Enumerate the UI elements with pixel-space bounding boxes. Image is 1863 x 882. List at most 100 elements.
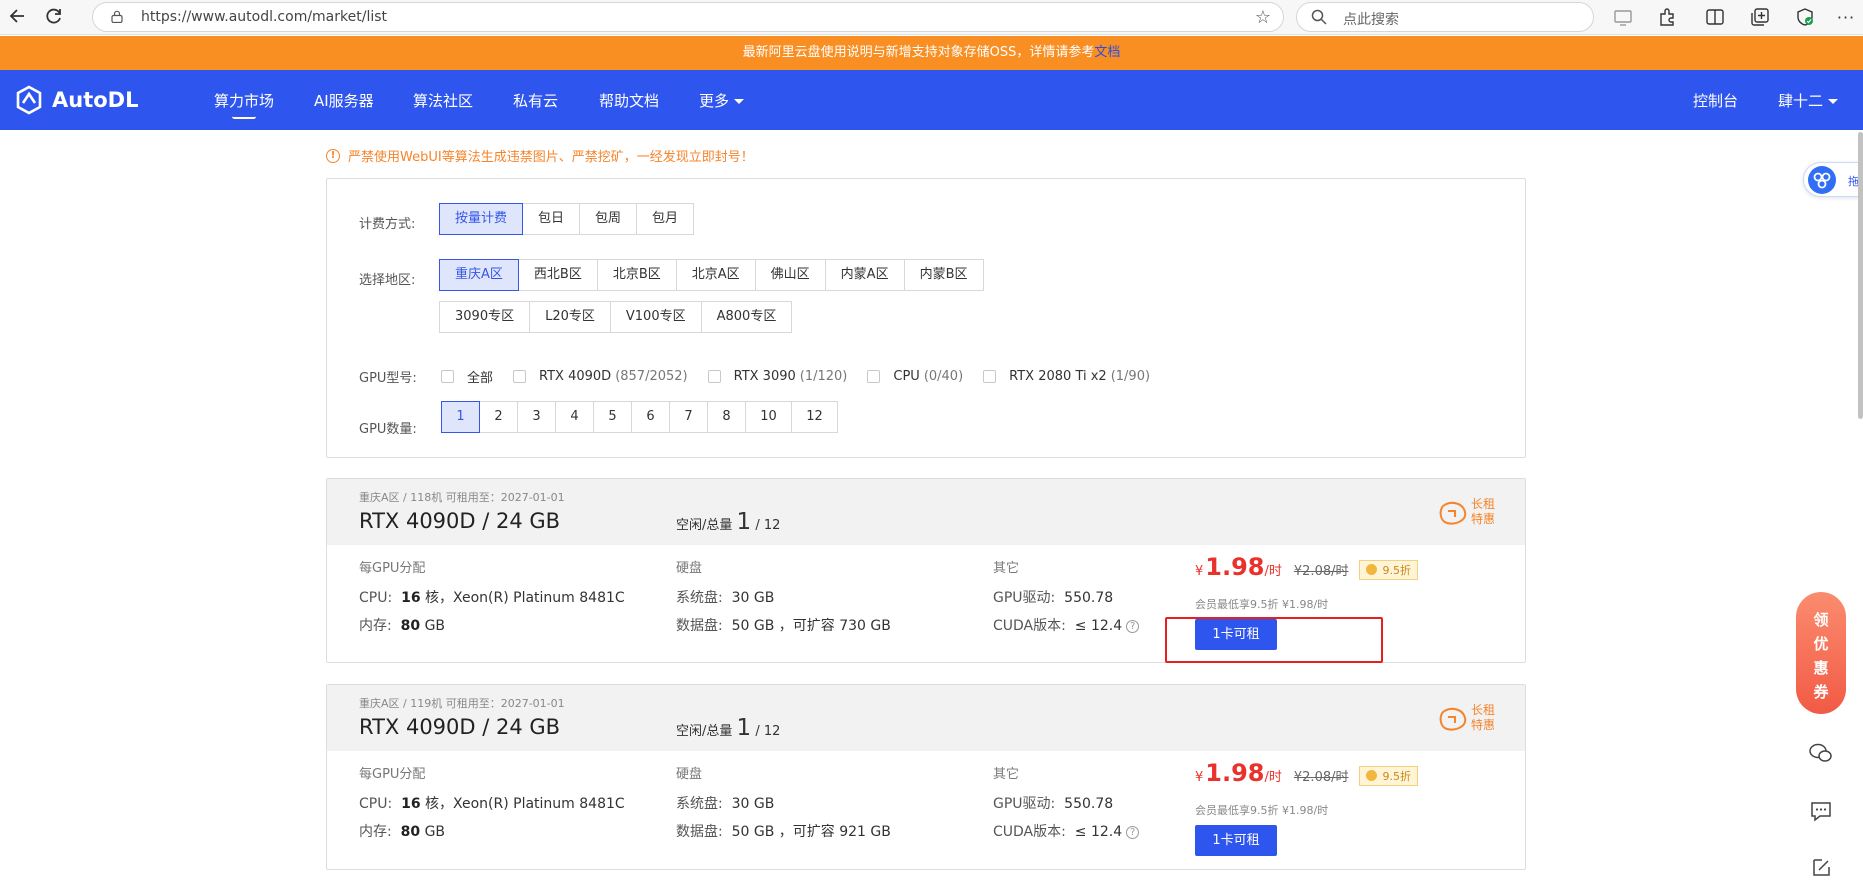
gpu-count-6[interactable]: 6 <box>631 401 670 433</box>
gpu-count-5[interactable]: 5 <box>593 401 632 433</box>
gpu-model-options: 全部 RTX 4090D (857/2052) RTX 3090 (1/120) C… <box>441 367 1170 386</box>
autodl-logo[interactable]: AutoDL <box>14 84 138 116</box>
checkbox[interactable] <box>707 370 721 383</box>
browser-essentials-icon[interactable] <box>1794 6 1816 28</box>
gpu-count-10[interactable]: 10 <box>745 401 792 433</box>
extensions-icon[interactable] <box>1656 6 1678 28</box>
system-disk-spec: 系统盘: 30 GB <box>676 796 775 812</box>
region-chongqing-a[interactable]: 重庆A区 <box>439 259 519 291</box>
address-bar[interactable]: https://www.autodl.com/market/list ☆ <box>92 2 1284 32</box>
nav-more-label: 更多 <box>699 92 730 110</box>
discount-badge: 9.5折 <box>1358 765 1418 786</box>
price-value: 1.98 <box>1205 553 1265 581</box>
cuda-version-spec: CUDA版本: ≤ 12.4? <box>993 615 1140 635</box>
nav-more[interactable]: 更多 <box>699 90 745 111</box>
gpu-count-12[interactable]: 12 <box>791 401 838 433</box>
gpu-count-8[interactable]: 8 <box>707 401 746 433</box>
region-v100-zone[interactable]: V100专区 <box>609 301 702 333</box>
billing-option-monthly[interactable]: 包月 <box>636 203 695 235</box>
nav-compute-market[interactable]: 算力市场 <box>214 90 274 119</box>
gpu-count-label: GPU数量: <box>359 422 417 437</box>
chevron-down-icon <box>734 99 745 104</box>
nav-private-cloud[interactable]: 私有云 <box>513 90 558 111</box>
notice-banner: 最新阿里云盘使用说明与新增支持对象存储OSS，详情请参考文档 <box>0 36 1863 70</box>
checkbox[interactable] <box>441 370 454 383</box>
region-beijing-a[interactable]: 北京A区 <box>675 259 756 291</box>
help-question-icon[interactable]: ? <box>1126 825 1140 839</box>
page-scrollbar[interactable] <box>1858 132 1863 419</box>
billing-label: 计费方式: <box>359 217 416 232</box>
card-body: 每GPU分配 硬盘 其它 CPU: 16 核，Xeon(R) Platinum … <box>327 751 1525 869</box>
gpu-spec: RTX 4090D / 24 GB <box>359 715 561 739</box>
nav-console[interactable]: 控制台 <box>1693 90 1738 111</box>
autodl-logo-icon <box>16 85 42 115</box>
member-price-note: 会员最低享9.5折 ¥1.98/时 <box>1195 804 1329 817</box>
gpu-count-3[interactable]: 3 <box>517 401 556 433</box>
region-3090-zone[interactable]: 3090专区 <box>439 301 531 333</box>
user-name: 肆十二 <box>1778 92 1824 110</box>
machine-meta: 重庆A区 / 118机 可租用至：2027-01-01 <box>359 491 565 504</box>
region-neimeng-a[interactable]: 内蒙A区 <box>824 259 905 291</box>
billing-option-daily[interactable]: 包日 <box>522 203 581 235</box>
logo-text: AutoDL <box>52 88 139 112</box>
gpu-option-all[interactable]: 全部 <box>441 367 493 386</box>
split-screen-icon[interactable] <box>1704 6 1726 28</box>
browser-search[interactable]: 点此搜索 <box>1296 2 1594 32</box>
checkbox[interactable] <box>513 370 527 383</box>
system-disk-spec: 系统盘: 30 GB <box>676 590 775 606</box>
gpu-count-2[interactable]: 2 <box>479 401 518 433</box>
alloc-heading: 每GPU分配 <box>359 561 426 576</box>
card-header: 重庆A区 / 118机 可租用至：2027-01-01 RTX 4090D / … <box>327 479 1525 545</box>
favorite-star-icon[interactable]: ☆ <box>1255 7 1271 28</box>
gift-icon <box>1439 501 1467 525</box>
region-options-special: 3090专区 L20专区 V100专区 A800专区 <box>439 301 793 333</box>
back-icon[interactable] <box>6 6 30 30</box>
gpu-option-rtx3090[interactable]: RTX 3090 (1/120) <box>707 369 847 384</box>
region-beijing-b[interactable]: 北京B区 <box>596 259 677 291</box>
memory-spec: 内存: 80 GB <box>359 618 446 634</box>
region-neimeng-b[interactable]: 内蒙B区 <box>903 259 984 291</box>
browser-toolbar: https://www.autodl.com/market/list ☆ 点此搜… <box>0 0 1863 35</box>
gpu-count-4[interactable]: 4 <box>555 401 594 433</box>
checkbox[interactable] <box>867 370 881 383</box>
other-heading: 其它 <box>993 767 1020 782</box>
data-disk-spec: 数据盘: 50 GB ，可扩容 921 GB <box>676 824 891 840</box>
gpu-option-rtx4090d[interactable]: RTX 4090D (857/2052) <box>513 369 688 384</box>
nav-help-docs[interactable]: 帮助文档 <box>599 90 659 111</box>
warning-icon: ! <box>326 148 340 163</box>
region-foshan[interactable]: 佛山区 <box>754 259 826 291</box>
feedback-message-icon[interactable] <box>1806 796 1836 826</box>
machine-meta: 重庆A区 / 119机 可租用至：2027-01-01 <box>359 697 565 710</box>
rent-button[interactable]: 1卡可租 <box>1195 825 1277 856</box>
gpu-option-cpu[interactable]: CPU (0/40) <box>867 369 963 384</box>
notice-doc-link[interactable]: 文档 <box>1094 45 1120 60</box>
nav-algorithm-community[interactable]: 算法社区 <box>413 90 473 111</box>
floating-helper-tab[interactable]: 拖 <box>1803 162 1863 197</box>
main-navbar: AutoDL 算力市场 AI服务器 算法社区 私有云 帮助文档 更多 控制台 肆… <box>0 70 1863 130</box>
help-question-icon[interactable]: ? <box>1126 619 1140 633</box>
nav-ai-server[interactable]: AI服务器 <box>314 90 374 111</box>
chevron-down-icon <box>1828 99 1839 104</box>
gpu-count-7[interactable]: 7 <box>669 401 708 433</box>
region-options: 重庆A区 西北B区 北京B区 北京A区 佛山区 内蒙A区 内蒙B区 <box>439 259 984 291</box>
long-rent-badge: 长租 特惠 <box>1439 703 1495 733</box>
region-a800-zone[interactable]: A800专区 <box>700 301 793 333</box>
reload-icon[interactable] <box>42 6 66 30</box>
screen-cast-icon[interactable] <box>1612 6 1634 28</box>
checkbox[interactable] <box>983 370 997 383</box>
region-l20-zone[interactable]: L20专区 <box>529 301 611 333</box>
more-menu-icon[interactable]: ··· <box>1834 6 1858 30</box>
user-menu[interactable]: 肆十二 <box>1778 90 1839 111</box>
machine-card: 重庆A区 / 119机 可租用至：2027-01-01 RTX 4090D / … <box>326 684 1526 870</box>
region-northwest-b[interactable]: 西北B区 <box>517 259 598 291</box>
collections-icon[interactable] <box>1749 6 1771 28</box>
warning-message: ! 严禁使用WebUI等算法生成违禁图片、严禁挖矿，一经发现立即封号！ <box>326 146 754 165</box>
lock-icon <box>111 10 123 23</box>
coupon-button[interactable]: 领 优 惠 券 <box>1796 592 1846 714</box>
edit-icon[interactable] <box>1806 852 1836 882</box>
billing-option-pay-as-you-go[interactable]: 按量计费 <box>439 203 524 235</box>
billing-option-weekly[interactable]: 包周 <box>579 203 638 235</box>
wechat-icon[interactable] <box>1806 738 1836 768</box>
gpu-count-1[interactable]: 1 <box>441 401 480 433</box>
gpu-option-rtx2080ti-x2[interactable]: RTX 2080 Ti x2 (1/90) <box>983 369 1150 384</box>
